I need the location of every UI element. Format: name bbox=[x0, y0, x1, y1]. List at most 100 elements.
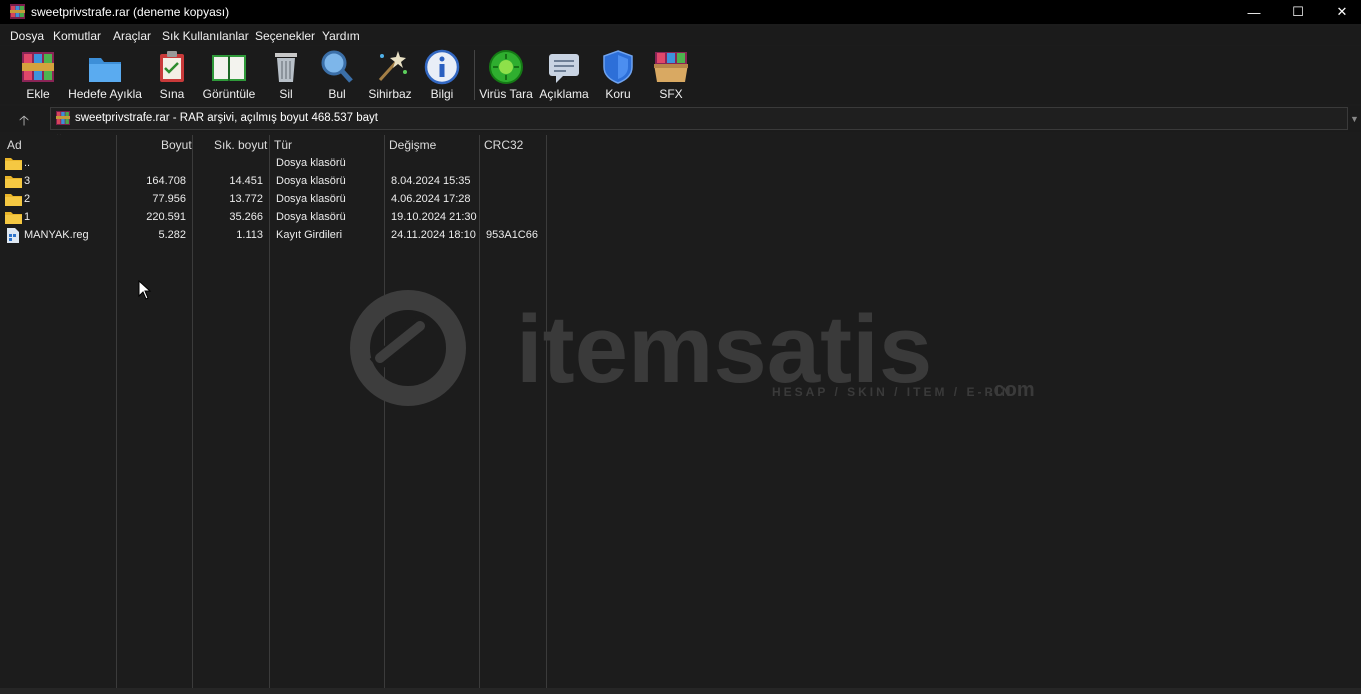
info-label: Bilgi bbox=[430, 87, 454, 101]
status-bar bbox=[0, 688, 1361, 694]
rar-file-icon bbox=[56, 111, 70, 125]
file-modified: 8.04.2024 15:35 bbox=[391, 175, 471, 187]
file-name: 2 bbox=[24, 193, 31, 205]
address-row: 🡡 sweetprivstrafe.rar - RAR arşivi, açıl… bbox=[0, 106, 1361, 132]
col-crc[interactable]: CRC32 bbox=[484, 138, 523, 152]
toolbar: Ekle Hedefe Ayıkla Sına Görüntüle Sil Bu… bbox=[0, 46, 1361, 104]
wizard-button[interactable]: Sihirbaz bbox=[368, 48, 412, 102]
address-dropdown-icon[interactable]: ▼ bbox=[1350, 114, 1359, 124]
comment-label: Açıklama bbox=[539, 87, 589, 101]
window-title: sweetprivstrafe.rar (deneme kopyası) bbox=[31, 5, 230, 19]
file-modified: 19.10.2024 21:30 bbox=[391, 211, 477, 223]
file-packed-size: 14.451 bbox=[229, 175, 263, 187]
trash-icon bbox=[275, 53, 297, 82]
file-size: 220.591 bbox=[146, 211, 186, 223]
winrar-app-icon bbox=[10, 4, 25, 19]
protect-button[interactable]: Koru bbox=[598, 48, 638, 102]
test-clipboard-icon bbox=[160, 51, 184, 82]
file-crc: 953A1C66 bbox=[486, 229, 538, 241]
sfx-button[interactable]: SFX bbox=[651, 48, 691, 102]
file-type: Dosya klasörü bbox=[276, 175, 346, 187]
file-type: Kayıt Girdileri bbox=[276, 229, 343, 241]
maximize-button[interactable]: ☐ bbox=[1276, 0, 1320, 24]
extract-to-button[interactable]: Hedefe Ayıkla bbox=[68, 48, 142, 102]
menu-secenekler[interactable]: Seçenekler bbox=[255, 29, 315, 43]
col-modified[interactable]: Değişme bbox=[389, 138, 436, 152]
file-row[interactable]: .. Dosya klasörü bbox=[0, 155, 548, 173]
close-icon: ✕ bbox=[1336, 4, 1348, 19]
col-size[interactable]: Boyut bbox=[161, 138, 192, 152]
menu-sik-kullanilanlar[interactable]: Sık Kullanılanlar bbox=[162, 29, 249, 43]
minimize-button[interactable]: — bbox=[1232, 0, 1276, 24]
menu-komutlar[interactable]: Komutlar bbox=[53, 29, 101, 43]
file-row[interactable]: MANYAK.reg 5.282 1.113 Kayıt Girdileri 2… bbox=[0, 227, 548, 245]
find-button[interactable]: Bul bbox=[317, 48, 357, 102]
file-packed-size: 13.772 bbox=[229, 193, 263, 205]
file-modified: 24.11.2024 18:10 bbox=[391, 229, 476, 241]
file-size: 164.708 bbox=[146, 175, 186, 187]
file-row[interactable]: 2 77.956 13.772 Dosya klasörü 4.06.2024 … bbox=[0, 191, 548, 209]
wizard-wand-icon bbox=[378, 51, 407, 82]
add-button[interactable]: Ekle bbox=[18, 48, 58, 102]
file-size: 77.956 bbox=[152, 193, 186, 205]
virus-scan-icon bbox=[489, 50, 523, 84]
extract-to-label: Hedefe Ayıkla bbox=[68, 87, 142, 101]
comment-button[interactable]: Açıklama bbox=[539, 48, 589, 102]
folder-icon bbox=[5, 194, 22, 206]
sfx-box-icon bbox=[654, 52, 688, 82]
column-header: Ad Boyut Sık. boyut Tür Değişme CRC32 bbox=[0, 135, 1361, 155]
mouse-cursor-icon bbox=[138, 280, 152, 300]
test-button[interactable]: Sına bbox=[152, 48, 192, 102]
find-label: Bul bbox=[328, 87, 346, 101]
view-button[interactable]: Görüntüle bbox=[202, 48, 256, 102]
maximize-icon: ☐ bbox=[1292, 4, 1304, 19]
info-button[interactable]: Bilgi bbox=[422, 48, 462, 102]
toolbar-separator bbox=[474, 50, 475, 100]
col-name[interactable]: Ad bbox=[7, 138, 22, 152]
menu-dosya[interactable]: Dosya bbox=[10, 29, 44, 43]
menu-bar: Dosya Komutlar Araçlar Sık Kullanılanlar… bbox=[0, 26, 1361, 45]
menu-araclar[interactable]: Araçlar bbox=[113, 29, 151, 43]
minimize-icon: — bbox=[1247, 4, 1261, 20]
virus-scan-button[interactable]: Virüs Tara bbox=[479, 48, 533, 102]
title-bar: sweetprivstrafe.rar (deneme kopyası) — ☐… bbox=[0, 0, 1361, 24]
up-folder-button[interactable]: 🡡 bbox=[14, 110, 34, 128]
delete-label: Sil bbox=[279, 87, 293, 101]
virus-scan-label: Virüs Tara bbox=[479, 87, 533, 101]
delete-button[interactable]: Sil bbox=[266, 48, 306, 102]
comment-icon bbox=[549, 54, 579, 83]
file-name: MANYAK.reg bbox=[24, 229, 89, 241]
up-arrow-icon: 🡡 bbox=[18, 112, 30, 128]
close-button[interactable]: ✕ bbox=[1320, 0, 1361, 24]
col-type[interactable]: Tür bbox=[274, 138, 292, 152]
add-icon bbox=[22, 52, 54, 82]
file-name: .. bbox=[24, 157, 31, 169]
magnifier-icon bbox=[321, 50, 353, 83]
protect-label: Koru bbox=[605, 87, 631, 101]
file-type: Dosya klasörü bbox=[276, 157, 346, 169]
view-label: Görüntüle bbox=[202, 87, 256, 101]
file-modified: 4.06.2024 17:28 bbox=[391, 193, 471, 205]
watermark-suffix: .com bbox=[988, 379, 1035, 401]
itemsatis-watermark: itemsatis HESAP / SKIN / ITEM / E-PIN .c… bbox=[350, 290, 1035, 406]
file-size: 5.282 bbox=[158, 229, 186, 241]
file-name: 1 bbox=[24, 211, 31, 223]
test-label: Sına bbox=[159, 87, 185, 101]
folder-icon bbox=[5, 176, 22, 188]
menu-yardim[interactable]: Yardım bbox=[322, 29, 360, 43]
file-name: 3 bbox=[24, 175, 31, 187]
file-packed-size: 1.113 bbox=[236, 229, 263, 241]
address-bar[interactable]: sweetprivstrafe.rar - RAR arşivi, açılmı… bbox=[50, 107, 1348, 130]
watermark-tagline: HESAP / SKIN / ITEM / E-PIN bbox=[772, 385, 1013, 399]
file-packed-size: 35.266 bbox=[229, 211, 263, 223]
folder-icon bbox=[5, 158, 22, 170]
file-row[interactable]: 1 220.591 35.266 Dosya klasörü 19.10.202… bbox=[0, 209, 548, 227]
wizard-label: Sihirbaz bbox=[368, 87, 412, 101]
file-row[interactable]: 3 164.708 14.451 Dosya klasörü 8.04.2024… bbox=[0, 173, 548, 191]
view-book-icon bbox=[212, 55, 246, 81]
add-label: Ekle bbox=[26, 87, 50, 101]
file-type: Dosya klasörü bbox=[276, 211, 346, 223]
shield-icon bbox=[603, 50, 633, 84]
registry-file-icon bbox=[7, 228, 19, 243]
col-packed[interactable]: Sık. boyut bbox=[214, 138, 267, 152]
